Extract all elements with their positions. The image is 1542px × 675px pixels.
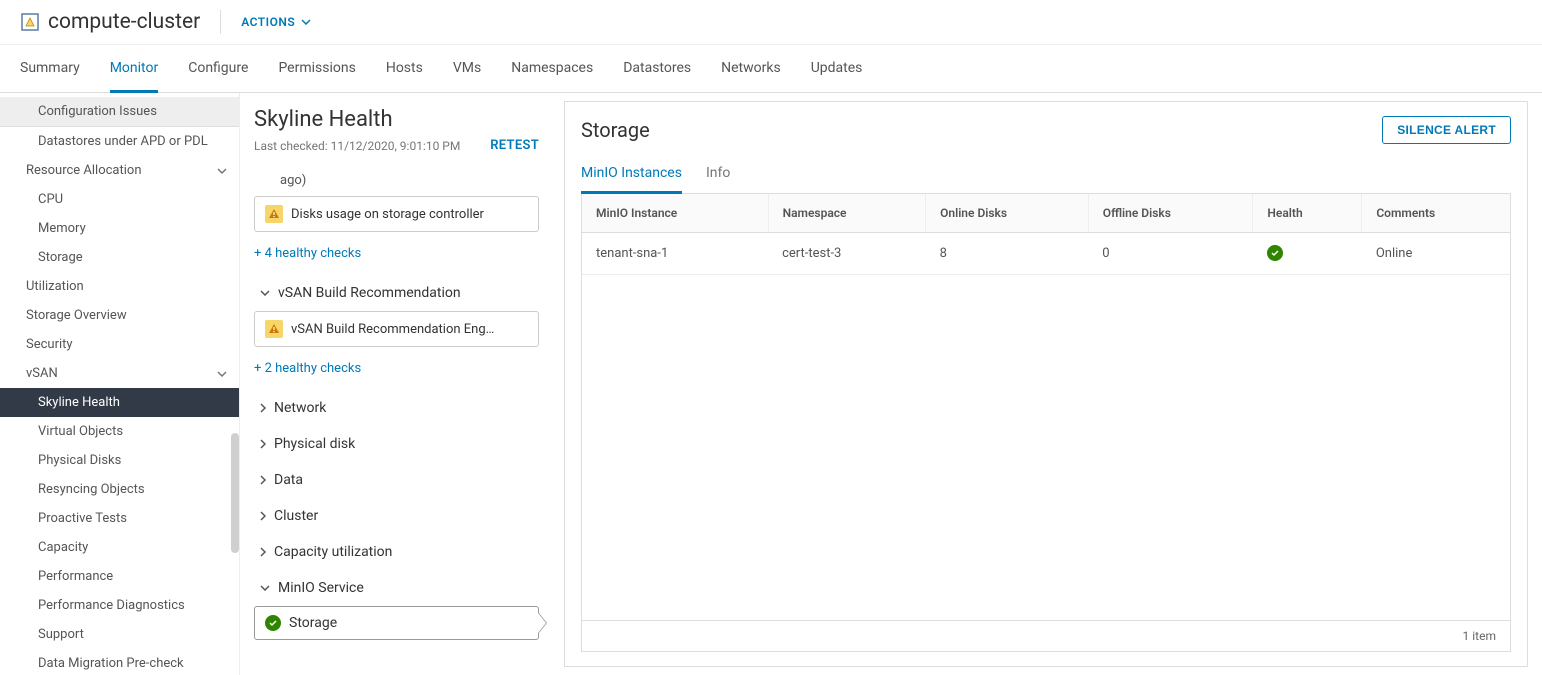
tabs-bar: Summary Monitor Configure Permissions Ho… xyxy=(0,45,1542,93)
tab-updates[interactable]: Updates xyxy=(811,46,863,93)
tab-summary[interactable]: Summary xyxy=(20,46,80,93)
page-title: compute-cluster xyxy=(20,10,200,34)
side-data-migration[interactable]: Data Migration Pre-check xyxy=(0,649,239,675)
side-performance[interactable]: Performance xyxy=(0,562,239,591)
tab-networks[interactable]: Networks xyxy=(721,46,781,93)
middle-panel: Skyline Health Last checked: 11/12/2020,… xyxy=(240,93,550,675)
col-comments[interactable]: Comments xyxy=(1362,194,1510,233)
cell-namespace: cert-test-3 xyxy=(768,233,926,275)
warning-icon xyxy=(265,320,283,338)
side-security[interactable]: Security xyxy=(0,330,239,359)
last-checked-row: Last checked: 11/12/2020, 9:01:10 PM RET… xyxy=(254,138,539,153)
side-cpu[interactable]: CPU xyxy=(0,185,239,214)
table-header-row: MinIO Instance Namespace Online Disks Of… xyxy=(582,194,1510,233)
cluster-icon xyxy=(20,12,40,32)
section-cluster[interactable]: Cluster xyxy=(254,498,539,534)
ok-icon xyxy=(265,615,281,631)
chevron-down-icon xyxy=(217,371,227,377)
section-capacity-utilization[interactable]: Capacity utilization xyxy=(254,534,539,570)
side-physical-disks[interactable]: Physical Disks xyxy=(0,446,239,475)
scrollbar-thumb[interactable] xyxy=(231,433,239,553)
actions-button[interactable]: ACTIONS xyxy=(241,15,311,29)
right-header: Storage SILENCE ALERT xyxy=(581,116,1511,144)
selected-storage-check[interactable]: Storage xyxy=(254,606,539,640)
col-online-disks[interactable]: Online Disks xyxy=(926,194,1089,233)
cluster-name: compute-cluster xyxy=(48,10,200,34)
table-row[interactable]: tenant-sna-1 cert-test-3 8 0 Online xyxy=(582,233,1510,275)
storage-title: Storage xyxy=(581,118,650,142)
silence-alert-button[interactable]: SILENCE ALERT xyxy=(1382,116,1511,144)
side-group-vsan[interactable]: vSAN xyxy=(0,359,239,388)
chevron-down-icon xyxy=(260,290,270,296)
side-memory[interactable]: Memory xyxy=(0,214,239,243)
chevron-right-icon xyxy=(260,439,266,449)
section-data[interactable]: Data xyxy=(254,462,539,498)
sidebar: Configuration Issues Datastores under AP… xyxy=(0,93,240,675)
side-storage[interactable]: Storage xyxy=(0,243,239,272)
chevron-down-icon xyxy=(217,168,227,174)
col-health[interactable]: Health xyxy=(1253,194,1362,233)
retest-button[interactable]: RETEST xyxy=(490,138,539,153)
warning-icon xyxy=(265,205,283,223)
tab-configure[interactable]: Configure xyxy=(188,46,248,93)
ago-text: ago) xyxy=(254,167,539,196)
table-wrap: MinIO Instance Namespace Online Disks Of… xyxy=(581,194,1511,652)
col-instance[interactable]: MinIO Instance xyxy=(582,194,768,233)
side-utilization[interactable]: Utilization xyxy=(0,272,239,301)
side-proactive-tests[interactable]: Proactive Tests xyxy=(0,504,239,533)
warn-build-recommendation[interactable]: vSAN Build Recommendation Eng… xyxy=(254,311,539,347)
section-minio-service[interactable]: MinIO Service xyxy=(254,570,539,606)
scrollbar[interactable] xyxy=(231,93,239,675)
table-footer: 1 item xyxy=(582,620,1510,651)
link-healthy-checks-1[interactable]: + 4 healthy checks xyxy=(254,238,539,275)
warn-disks-usage[interactable]: Disks usage on storage controller xyxy=(254,196,539,232)
chevron-down-icon xyxy=(301,19,311,25)
chevron-right-icon xyxy=(260,403,266,413)
cell-health xyxy=(1253,233,1362,275)
tab-vms[interactable]: VMs xyxy=(453,46,481,93)
side-performance-diagnostics[interactable]: Performance Diagnostics xyxy=(0,591,239,620)
sub-tabs: MinIO Instances Info xyxy=(581,154,1511,194)
cell-offline: 0 xyxy=(1088,233,1253,275)
chevron-right-icon xyxy=(260,547,266,557)
cell-comments: Online xyxy=(1362,233,1510,275)
sub-tab-info[interactable]: Info xyxy=(706,155,730,194)
side-storage-overview[interactable]: Storage Overview xyxy=(0,301,239,330)
col-namespace[interactable]: Namespace xyxy=(768,194,926,233)
section-build-recommendation[interactable]: vSAN Build Recommendation xyxy=(254,275,539,311)
section-network[interactable]: Network xyxy=(254,390,539,426)
side-support[interactable]: Support xyxy=(0,620,239,649)
minio-table: MinIO Instance Namespace Online Disks Of… xyxy=(582,194,1510,275)
table-filler xyxy=(582,275,1510,620)
header-bar: compute-cluster ACTIONS xyxy=(0,0,1542,45)
right-panel: Storage SILENCE ALERT MinIO Instances In… xyxy=(564,101,1528,667)
tab-hosts[interactable]: Hosts xyxy=(386,46,423,93)
chevron-right-icon xyxy=(260,475,266,485)
side-config-issues[interactable]: Configuration Issues xyxy=(0,97,239,127)
side-skyline-health[interactable]: Skyline Health xyxy=(0,388,239,417)
section-physical-disk[interactable]: Physical disk xyxy=(254,426,539,462)
cell-online: 8 xyxy=(926,233,1089,275)
side-capacity[interactable]: Capacity xyxy=(0,533,239,562)
chevron-right-icon xyxy=(260,511,266,521)
header-divider xyxy=(220,10,221,34)
tab-datastores[interactable]: Datastores xyxy=(623,46,691,93)
main-layout: Configuration Issues Datastores under AP… xyxy=(0,93,1542,675)
ok-icon xyxy=(1267,245,1283,261)
sub-tab-minio-instances[interactable]: MinIO Instances xyxy=(581,155,682,194)
tab-namespaces[interactable]: Namespaces xyxy=(511,46,593,93)
side-virtual-objects[interactable]: Virtual Objects xyxy=(0,417,239,446)
cell-instance: tenant-sna-1 xyxy=(582,233,768,275)
chevron-down-icon xyxy=(260,585,270,591)
tab-permissions[interactable]: Permissions xyxy=(278,46,355,93)
link-healthy-checks-2[interactable]: + 2 healthy checks xyxy=(254,353,539,390)
tab-monitor[interactable]: Monitor xyxy=(110,46,159,93)
side-group-resource-allocation[interactable]: Resource Allocation xyxy=(0,156,239,185)
skyline-title: Skyline Health xyxy=(254,107,539,132)
side-datastores-apd[interactable]: Datastores under APD or PDL xyxy=(0,127,239,156)
side-resyncing-objects[interactable]: Resyncing Objects xyxy=(0,475,239,504)
last-checked: Last checked: 11/12/2020, 9:01:10 PM xyxy=(254,139,460,153)
col-offline-disks[interactable]: Offline Disks xyxy=(1088,194,1253,233)
